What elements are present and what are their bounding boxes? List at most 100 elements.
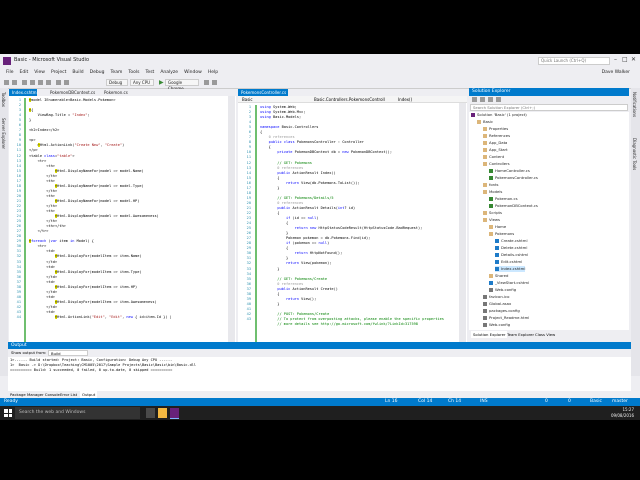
editor2-pane[interactable]: 1 2 3 4 5 6 7 8 9 10 11 12 13 14 15 16 17 18 19 20 21 22 23 24 2… bbox=[238, 103, 467, 376]
refresh-icon[interactable] bbox=[204, 80, 209, 85]
forward-icon[interactable] bbox=[12, 80, 17, 85]
save-icon[interactable] bbox=[38, 80, 43, 85]
tree-item[interactable]: Delete.cshtml bbox=[495, 245, 527, 251]
tree-item[interactable]: Pokemons bbox=[489, 231, 514, 237]
browser-link-icon[interactable] bbox=[212, 80, 217, 85]
tree-item[interactable]: Web.config bbox=[483, 322, 510, 328]
platform-select[interactable]: Any CPU bbox=[130, 79, 154, 86]
tab-error-list[interactable]: Error List bbox=[60, 391, 77, 398]
save-all-icon[interactable] bbox=[46, 80, 51, 85]
menu-test[interactable]: Test bbox=[145, 68, 154, 77]
tab-team-explorer[interactable]: Team Explorer bbox=[505, 331, 536, 338]
editor1-pane[interactable]: 1 2 3 4 5 6 7 8 9 10 11 12 13 14 15 16 17 18 19 20 21 22 23 24 2… bbox=[9, 96, 236, 376]
tree-item[interactable]: Edit.cshtml bbox=[495, 259, 522, 265]
tab-pokemondbcontext[interactable]: PokemonDBContext.cs bbox=[47, 89, 95, 96]
status-branch[interactable]: master bbox=[612, 398, 628, 406]
collapse-all-icon[interactable] bbox=[496, 97, 501, 102]
tree-item[interactable]: PokemonDBContext.cs bbox=[489, 203, 538, 209]
tree-item[interactable]: Models bbox=[483, 189, 502, 195]
tab-pokemonscontroller[interactable]: PokemonsController.cs bbox=[238, 89, 288, 96]
tree-item[interactable]: Shared bbox=[489, 273, 508, 279]
diagnostic-tools-tab[interactable]: Diagnostic Tools bbox=[632, 138, 637, 170]
solution-explorer-header[interactable]: Solution Explorer bbox=[469, 88, 629, 96]
sync-icon[interactable] bbox=[480, 97, 485, 102]
new-project-icon[interactable] bbox=[22, 80, 27, 85]
tree-item[interactable]: Solution 'Basic' (1 project) bbox=[471, 112, 527, 118]
nav-member-dropdown[interactable]: Index() bbox=[398, 96, 412, 103]
home-icon[interactable] bbox=[472, 97, 477, 102]
menu-project[interactable]: Project bbox=[51, 68, 66, 77]
tree-item[interactable]: Details.cshtml bbox=[495, 252, 528, 258]
redo-icon[interactable] bbox=[64, 80, 69, 85]
tree-item[interactable]: Create.cshtml bbox=[495, 238, 528, 244]
run-target-select[interactable]: Google Chrome bbox=[165, 79, 199, 91]
toolbox-tab[interactable]: Toolbox bbox=[1, 92, 6, 107]
tree-item[interactable]: _ViewStart.cshtml bbox=[489, 280, 529, 286]
nav-type-dropdown[interactable]: Basic.Controllers.PokemonsControll bbox=[314, 96, 385, 103]
tree-item[interactable]: Scripts bbox=[483, 210, 502, 216]
tree-item[interactable]: Basic bbox=[477, 119, 493, 125]
tree-item[interactable]: Properties bbox=[483, 126, 508, 132]
tree-item[interactable]: Project_Readme.html bbox=[483, 315, 529, 321]
windows-start-icon[interactable] bbox=[4, 409, 12, 417]
code-line[interactable]: // more details see http://go.microsoft.… bbox=[260, 322, 444, 327]
nav-project-dropdown[interactable]: Basic bbox=[242, 96, 253, 103]
tree-item[interactable]: favicon.ico bbox=[483, 294, 509, 300]
tree-item[interactable]: HomeController.cs bbox=[489, 168, 530, 174]
tab-index-cshtml[interactable]: Index.cshtml bbox=[9, 89, 38, 96]
refresh-icon[interactable] bbox=[488, 97, 493, 102]
taskbar-search[interactable]: Search the web and Windows bbox=[15, 407, 140, 419]
tree-item[interactable]: References bbox=[483, 133, 510, 139]
tab-package-manager-console[interactable]: Package Manager Console bbox=[10, 391, 60, 398]
tree-item[interactable]: App_Data bbox=[483, 140, 507, 146]
menu-debug[interactable]: Debug bbox=[90, 68, 105, 77]
tree-item[interactable]: Index.cshtml bbox=[495, 266, 526, 272]
editor1-code[interactable]: @model IEnumerable<Basic.Models.Pokemon>… bbox=[29, 98, 172, 320]
status-changes[interactable]: 0 bbox=[545, 398, 548, 406]
tree-item[interactable]: Home bbox=[489, 224, 506, 230]
tree-item[interactable]: fonts bbox=[483, 182, 499, 188]
quick-launch-input[interactable]: Quick Launch (Ctrl+Q) bbox=[538, 57, 610, 65]
editor2-vertical-scrollbar[interactable] bbox=[459, 103, 466, 376]
configuration-select[interactable]: Debug bbox=[106, 79, 128, 86]
task-view-icon[interactable] bbox=[146, 408, 155, 418]
editor2-code[interactable]: using System.Web; using System.Web.Mvc; us… bbox=[260, 105, 444, 327]
editor1-vertical-scrollbar[interactable] bbox=[228, 96, 235, 376]
status-errors[interactable]: 0 bbox=[568, 398, 571, 406]
menu-edit[interactable]: Edit bbox=[20, 68, 29, 77]
close-icon[interactable]: ✕ bbox=[631, 56, 636, 63]
run-icon[interactable]: ▶ bbox=[159, 79, 164, 86]
tree-item[interactable]: packages.config bbox=[483, 308, 520, 314]
tree-item[interactable]: Controllers bbox=[483, 161, 510, 167]
output-text[interactable]: 1>------ Build started: Project: Basic, … bbox=[10, 358, 196, 373]
show-output-select[interactable]: Build bbox=[48, 350, 88, 356]
menu-analyze[interactable]: Analyze bbox=[160, 68, 178, 77]
menu-tools[interactable]: Tools bbox=[128, 68, 139, 77]
undo-icon[interactable] bbox=[56, 80, 61, 85]
server-explorer-tab[interactable]: Server Explorer bbox=[1, 118, 6, 149]
status-repo[interactable]: Basic bbox=[590, 398, 602, 406]
tree-item[interactable]: Content bbox=[483, 154, 504, 160]
tree-item[interactable]: Web.config bbox=[489, 287, 516, 293]
menu-window[interactable]: Window bbox=[184, 68, 202, 77]
notifications-tab[interactable]: Notifications bbox=[632, 92, 637, 117]
menu-file[interactable]: File bbox=[6, 68, 14, 77]
tree-item[interactable]: Pokemon.cs bbox=[489, 196, 518, 202]
back-icon[interactable] bbox=[4, 80, 9, 85]
taskbar-clock[interactable]: 15:27 09/08/2016 bbox=[611, 407, 634, 419]
code-line[interactable]: @Html.ActionLink("Edit", "Edit", new { i… bbox=[29, 315, 172, 320]
menu-team[interactable]: Team bbox=[110, 68, 122, 77]
solution-explorer-search[interactable]: Search Solution Explorer (Ctrl+;) bbox=[470, 104, 628, 111]
tree-item[interactable]: Views bbox=[483, 217, 500, 223]
tree-item[interactable]: PokemonsController.cs bbox=[489, 175, 538, 181]
tree-item[interactable]: App_Start bbox=[483, 147, 508, 153]
open-icon[interactable] bbox=[30, 80, 35, 85]
tree-item[interactable]: Global.asax bbox=[483, 301, 511, 307]
menu-help[interactable]: Help bbox=[208, 68, 218, 77]
menu-build[interactable]: Build bbox=[72, 68, 83, 77]
tab-class-view[interactable]: Class View bbox=[533, 331, 557, 338]
user-name[interactable]: Dave Walker bbox=[602, 68, 630, 77]
maximize-icon[interactable]: □ bbox=[622, 56, 628, 63]
visual-studio-taskbar-icon[interactable] bbox=[170, 408, 179, 419]
menu-view[interactable]: View bbox=[34, 68, 45, 77]
